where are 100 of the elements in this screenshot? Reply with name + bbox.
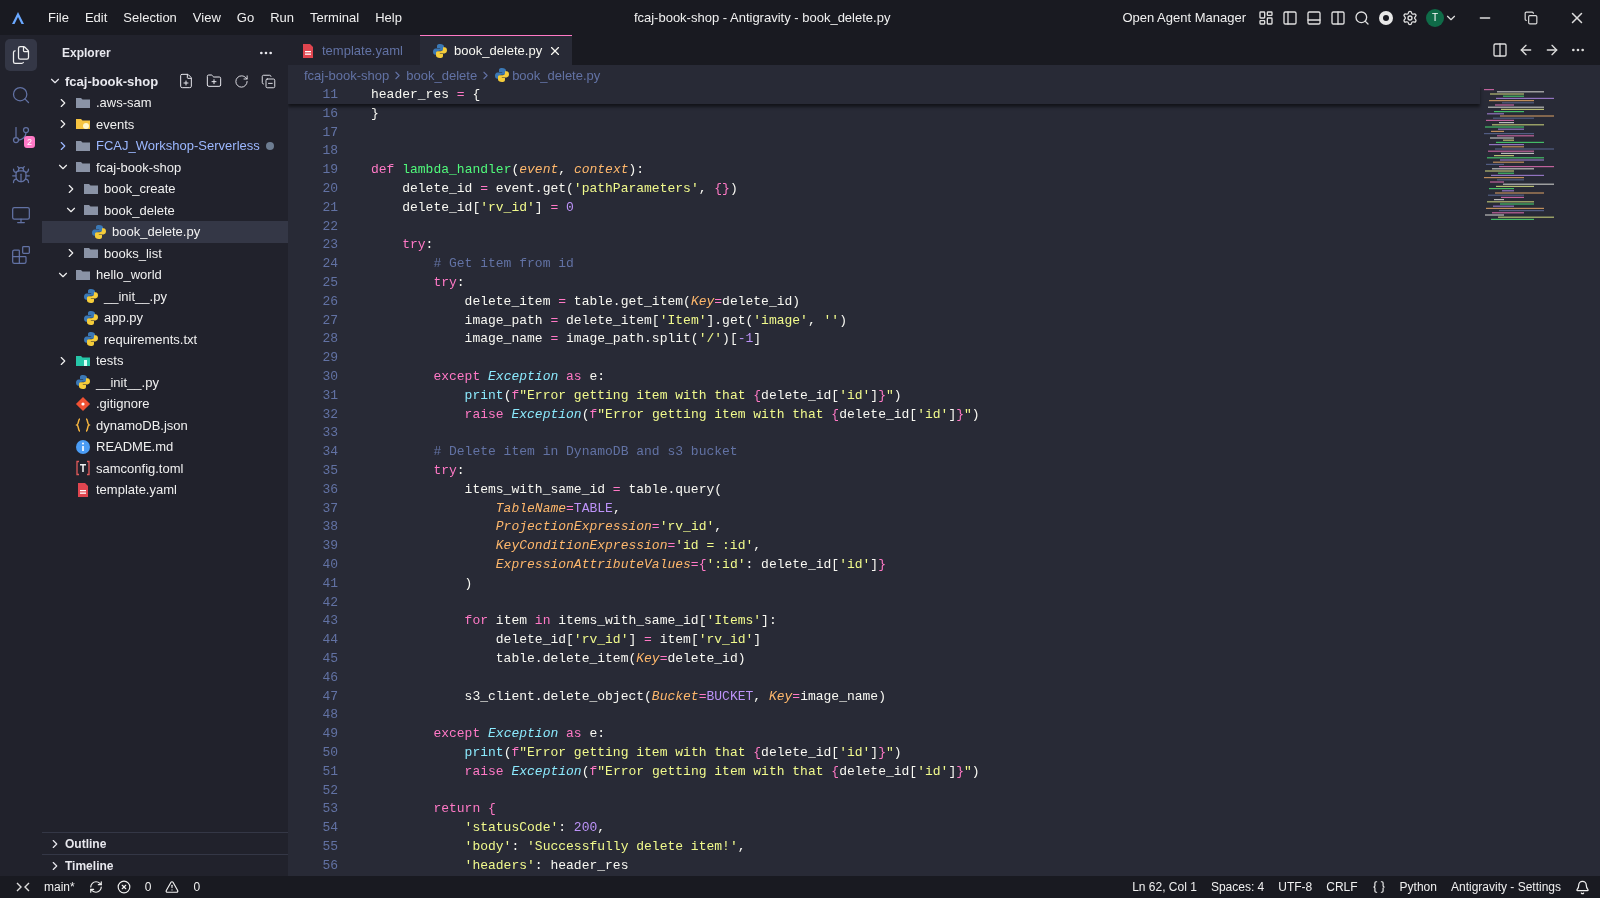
menu-item[interactable]: File [40, 10, 77, 25]
collapse-icon[interactable] [261, 73, 276, 89]
tree-item[interactable]: books_list [42, 242, 288, 264]
panel-right-icon[interactable] [1330, 9, 1346, 26]
line-number: 31 [321, 387, 339, 403]
menu-item[interactable]: Terminal [302, 10, 368, 25]
files-icon[interactable] [11, 45, 31, 65]
tree-item[interactable]: dynamoDB.json [42, 414, 288, 436]
app-logo-icon [10, 10, 26, 25]
branch-status[interactable]: main* [44, 880, 75, 894]
python-file-icon [432, 42, 448, 59]
refresh-icon[interactable] [234, 73, 249, 89]
tree-item[interactable]: app.py [42, 307, 288, 329]
line-ending-status[interactable]: CRLF [1326, 880, 1358, 894]
warning-count[interactable]: 0 [193, 880, 201, 894]
line-number: 28 [321, 331, 339, 347]
tree-item[interactable]: .aws-sam [42, 92, 288, 114]
line-number: 44 [321, 632, 339, 648]
encoding-status[interactable]: UTF-8 [1278, 880, 1313, 894]
menu-item[interactable]: Selection [115, 10, 185, 25]
tree-item[interactable]: book_delete.py [42, 221, 288, 243]
tree-item[interactable]: __init__.py [42, 285, 288, 307]
tree-item[interactable]: events [42, 113, 288, 135]
code-line: ) [463, 575, 473, 591]
line-number: 17 [321, 124, 339, 140]
remote-icon[interactable] [16, 880, 30, 894]
menu-item[interactable]: Go [228, 10, 263, 25]
code-line: except Exception as e: [432, 726, 606, 742]
python-file-icon [83, 309, 99, 326]
code-line: # Get item from id [432, 256, 574, 272]
menu-item[interactable]: Help [367, 10, 410, 25]
cursor-position[interactable]: Ln 62, Col 1 [1132, 880, 1197, 894]
editor-tab[interactable]: book_delete.py [420, 35, 573, 65]
line-number: 27 [321, 312, 339, 328]
tree-item[interactable]: book_create [42, 178, 288, 200]
code-line: items_with_same_id = table.query( [463, 481, 723, 497]
error-count[interactable]: 0 [144, 880, 152, 894]
new-folder-icon[interactable] [206, 73, 222, 89]
tree-item[interactable]: samconfig.toml [42, 457, 288, 479]
restore-icon[interactable] [1524, 10, 1538, 25]
settings-status[interactable]: Antigravity - Settings [1450, 880, 1561, 894]
indentation-status[interactable]: Spaces: 4 [1210, 880, 1265, 894]
avatar[interactable]: T [1426, 8, 1444, 27]
tree-item[interactable]: fcaj-book-shop [42, 156, 288, 178]
window-title: fcaj-book-shop - Antigravity - book_delete.py [632, 10, 892, 25]
tree-item[interactable]: .gitignore [42, 393, 288, 415]
menu-item[interactable]: Edit [76, 10, 116, 25]
menu-item[interactable]: View [184, 10, 229, 25]
menu-item[interactable]: Run [262, 10, 302, 25]
panel-header[interactable]: Outline [42, 832, 288, 854]
line-number: 50 [321, 745, 339, 760]
tree-item[interactable]: tests [42, 350, 288, 372]
code-line: delete_id = event.get('pathParameters', {}) [401, 181, 738, 197]
back-icon[interactable] [1518, 42, 1534, 58]
tree-item[interactable]: README.md [42, 436, 288, 458]
tree-item[interactable]: requirements.txt [42, 328, 288, 350]
line-number: 16 [321, 105, 339, 121]
agent-manager-button[interactable]: Open Agent Manager [1114, 10, 1254, 25]
count-badge: 2 [24, 136, 35, 148]
line-number: 47 [321, 688, 339, 704]
language-status[interactable]: Python [1399, 880, 1437, 894]
code-line: ProjectionExpression='rv_id', [494, 519, 723, 535]
panel-left-icon[interactable] [1282, 9, 1298, 26]
code-line: s3_client.delete_object(Bucket=BUCKET, Key=image_name) [463, 688, 886, 704]
tree-item[interactable]: __init__.py [42, 371, 288, 393]
monitor-icon[interactable] [11, 205, 31, 225]
split-editor-icon[interactable] [1492, 42, 1508, 58]
line-number: 55 [321, 838, 339, 854]
python-file-icon [83, 331, 99, 348]
code-line: raise Exception(f"Error getting item with that {delete_id['id']}") [463, 763, 980, 779]
tree-item[interactable]: hello_world [42, 264, 288, 286]
source-control-icon[interactable] [11, 125, 31, 145]
tree-item[interactable]: book_delete [42, 199, 288, 221]
activity-item[interactable] [5, 39, 37, 71]
bug-icon[interactable] [11, 165, 31, 185]
sync-icon[interactable] [88, 880, 103, 894]
line-number: 48 [321, 707, 339, 723]
settings-icon[interactable] [1402, 9, 1418, 26]
code-line: except Exception as e: [432, 369, 606, 385]
sticky-code-line: header_res = { [371, 87, 481, 102]
line-number: 33 [321, 425, 339, 441]
code-line: # Delete item in DynamoDB and s3 bucket [432, 444, 738, 460]
tree-item[interactable]: FCAJ_Workshop-Serverless [42, 135, 288, 157]
search-icon[interactable] [1354, 9, 1370, 26]
forward-icon[interactable] [1544, 42, 1560, 58]
panel-bottom-icon[interactable] [1306, 9, 1322, 26]
code-line: return { [432, 801, 496, 817]
line-number: 42 [321, 594, 339, 610]
bracket-t-icon [75, 460, 91, 477]
tree-item[interactable]: template.yaml [42, 479, 288, 501]
file-icon [75, 481, 91, 498]
new-file-icon[interactable] [178, 73, 194, 89]
root-folder[interactable]: fcaj-book-shop [42, 70, 288, 92]
bell-icon[interactable] [1575, 879, 1590, 895]
line-number: 20 [321, 181, 339, 197]
code-line: image_name = image_path.split('/')[-1] [463, 331, 762, 347]
line-number: 26 [321, 293, 339, 309]
extensions-icon[interactable] [11, 245, 31, 265]
layout-icon[interactable] [1258, 9, 1274, 26]
line-number: 41 [321, 575, 339, 591]
